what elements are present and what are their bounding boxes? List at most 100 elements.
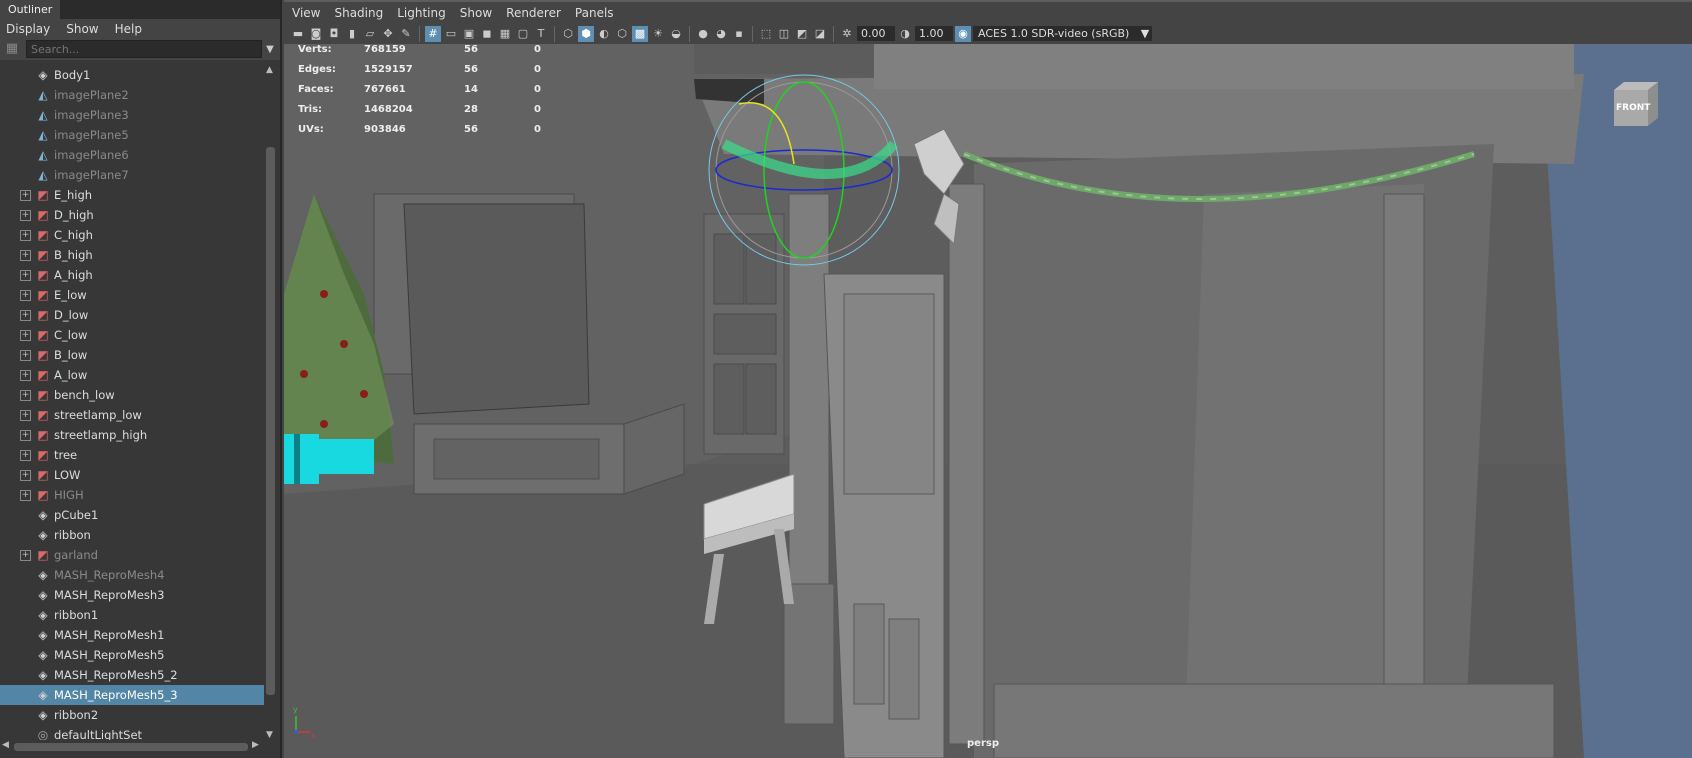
expand-icon[interactable]: + [20,249,31,261]
expand-icon[interactable]: + [20,189,31,201]
menu-view[interactable]: View [292,6,320,20]
hscrollbar-thumb[interactable] [14,743,248,751]
menu-lighting[interactable]: Lighting [397,6,446,20]
outliner-item[interactable]: ◈ MASH_ReproMesh4 [0,565,264,585]
outliner-item[interactable]: ◎ defaultLightSet [0,725,264,740]
outliner-item[interactable]: ◈ MASH_ReproMesh5 [0,645,264,665]
menu-show[interactable]: Show [460,6,492,20]
use-all-lights-icon[interactable]: ☀ [650,26,666,42]
2d-pan-zoom-icon[interactable]: ✥ [380,26,396,42]
textured-icon[interactable]: ▩ [632,25,648,42]
outliner-item[interactable]: ◈ ribbon2 [0,705,264,725]
scroll-up-arrow-icon[interactable]: ▲ [266,65,273,75]
outliner-list[interactable]: ◈ Body1 ◭ imagePlane2 ◭ imagePlane3 ◭ imagePlan… [0,65,264,740]
expand-icon[interactable]: + [20,429,31,441]
outliner-item[interactable]: + ◩ HIGH [0,485,264,505]
camera-icon[interactable]: ▬ [290,26,306,42]
menu-renderer[interactable]: Renderer [506,6,561,20]
outliner-item[interactable]: + ◩ C_low [0,325,264,345]
expand-icon[interactable]: + [20,209,31,221]
grease-pencil-icon[interactable]: ✎ [398,26,414,42]
outliner-item[interactable]: + ◩ tree [0,445,264,465]
outliner-horizontal-scrollbar[interactable]: ◀ ▶ [0,740,264,754]
wireframe-icon[interactable]: ⬡ [560,26,576,42]
smooth-shade-icon[interactable]: ⬢ [578,25,594,42]
camera-lock-icon[interactable]: ◘ [326,26,342,42]
xray-joints-icon[interactable]: ◪ [812,26,828,42]
outliner-item[interactable]: + ◩ B_low [0,345,264,365]
image-plane-icon[interactable]: ▱ [362,26,378,42]
isolate-select-icon[interactable]: ⬚ [758,26,774,42]
xray-active-icon[interactable]: ◩ [794,26,810,42]
color-management-icon[interactable]: ◉ [955,25,971,42]
resolution-gate-icon[interactable]: ▣ [461,26,477,42]
safe-title-icon[interactable]: T [533,26,549,42]
shadows-icon[interactable]: ◒ [668,26,684,42]
expand-icon[interactable]: + [20,389,31,401]
exposure-icon[interactable]: ✲ [839,26,855,42]
outliner-item[interactable]: ◭ imagePlane5 [0,125,264,145]
expand-icon[interactable]: + [20,309,31,321]
menu-shading[interactable]: Shading [334,6,383,20]
field-chart-icon[interactable]: ▦ [497,26,513,42]
exposure-field[interactable]: 0.00 [857,26,895,41]
outliner-item[interactable]: + ◩ E_high [0,185,264,205]
outliner-vertical-scrollbar[interactable]: ▲ ▼ [264,65,278,740]
outliner-item[interactable]: + ◩ bench_low [0,385,264,405]
outliner-item[interactable]: ◈ MASH_ReproMesh1 [0,625,264,645]
outliner-item[interactable]: + ◩ C_high [0,225,264,245]
outliner-item[interactable]: ◈ ribbon [0,525,264,545]
xray-icon[interactable]: ◫ [776,26,792,42]
outliner-item[interactable]: ◭ imagePlane7 [0,165,264,185]
outliner-item[interactable]: ◭ imagePlane3 [0,105,264,125]
expand-icon[interactable]: + [20,369,31,381]
search-dropdown-icon[interactable]: ▼ [264,44,276,55]
outliner-item[interactable]: + ◩ A_high [0,265,264,285]
search-input[interactable] [26,40,262,58]
outliner-item[interactable]: ◈ MASH_ReproMesh5_2 [0,665,264,685]
scroll-down-arrow-icon[interactable]: ▼ [266,730,273,740]
outliner-item[interactable]: ◈ MASH_ReproMesh3 [0,585,264,605]
outliner-item[interactable]: ◈ Body1 [0,65,264,85]
expand-icon[interactable]: + [20,449,31,461]
outliner-item[interactable]: + ◩ E_low [0,285,264,305]
outliner-item[interactable]: + ◩ B_high [0,245,264,265]
filter-icon[interactable]: ▦ [4,41,20,57]
outliner-item[interactable]: + ◩ streetlamp_high [0,425,264,445]
outliner-item[interactable]: ◈ ribbon1 [0,605,264,625]
safe-action-icon[interactable]: ▢ [515,26,531,42]
outliner-item[interactable]: ◈ pCube1 [0,505,264,525]
menu-show[interactable]: Show [66,22,98,36]
outliner-tab[interactable]: Outliner [0,0,61,19]
scroll-right-arrow-icon[interactable]: ▶ [252,740,259,750]
outliner-item[interactable]: + ◩ streetlamp_low [0,405,264,425]
menu-display[interactable]: Display [6,22,50,36]
gamma-field[interactable]: 1.00 [915,26,953,41]
expand-icon[interactable]: + [20,489,31,501]
outliner-item[interactable]: + ◩ D_high [0,205,264,225]
scroll-left-arrow-icon[interactable]: ◀ [2,740,9,750]
3d-scene-view[interactable]: y x [284,44,1692,758]
expand-icon[interactable]: + [20,349,31,361]
expand-icon[interactable]: + [20,549,31,561]
outliner-item[interactable]: ◭ imagePlane6 [0,145,264,165]
outliner-item[interactable]: ◭ imagePlane2 [0,85,264,105]
menu-panels[interactable]: Panels [575,6,614,20]
expand-icon[interactable]: + [20,289,31,301]
motion-blur-icon[interactable]: ◕ [713,26,729,42]
film-gate-icon[interactable]: ▭ [443,26,459,42]
wireframe-on-shaded-icon[interactable]: ⬡ [614,26,630,42]
camera-attributes-icon[interactable]: ◙ [308,26,324,42]
expand-icon[interactable]: + [20,409,31,421]
outliner-item[interactable]: + ◩ A_low [0,365,264,385]
gamma-icon[interactable]: ◑ [897,26,913,42]
bookmark-icon[interactable]: ▮ [344,26,360,42]
outliner-item[interactable]: + ◩ garland [0,545,264,565]
color-space-dropdown[interactable]: ACES 1.0 SDR-video (sRGB) ▼ [973,26,1152,41]
grid-icon[interactable]: # [425,25,441,42]
default-material-icon[interactable]: ◐ [596,26,612,42]
expand-icon[interactable]: + [20,269,31,281]
outliner-item[interactable]: + ◩ D_low [0,305,264,325]
anti-aliasing-icon[interactable]: ▪ [731,26,747,42]
outliner-item[interactable]: + ◩ LOW [0,465,264,485]
